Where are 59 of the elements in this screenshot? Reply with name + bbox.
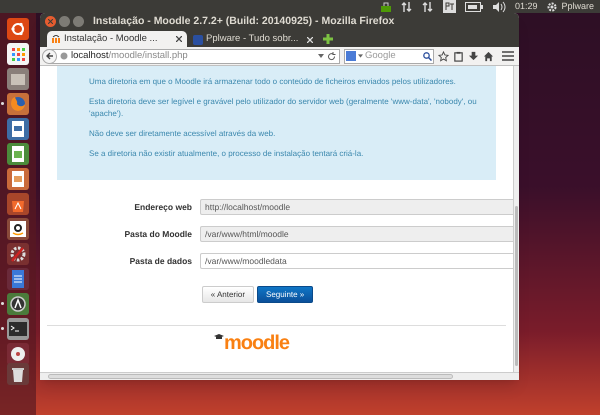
home-icon[interactable] bbox=[483, 50, 494, 62]
download-icon[interactable] bbox=[468, 50, 479, 62]
document-icon[interactable] bbox=[7, 268, 29, 290]
clock[interactable]: 01:29 bbox=[514, 2, 538, 11]
menu-icon[interactable] bbox=[502, 51, 514, 61]
new-tab-icon[interactable] bbox=[323, 34, 333, 44]
window-title: Instalação - Moodle 2.7.2+ (Build: 20140925) - Mozilla Firefox bbox=[93, 14, 394, 29]
ubuntu-logo-icon[interactable] bbox=[7, 18, 29, 40]
reload-icon[interactable] bbox=[327, 52, 336, 60]
shopping-bag-icon[interactable] bbox=[7, 192, 29, 214]
volume-icon[interactable] bbox=[492, 0, 506, 12]
dropdown-icon[interactable] bbox=[358, 54, 363, 58]
back-button[interactable] bbox=[42, 48, 57, 64]
info-paragraph: Esta diretoria deve ser legível e gravável pelo utilizador do servidor web (geralmente 'www-data', 'nobody', ou 'apache'). bbox=[89, 96, 478, 120]
input-field[interactable]: /var/www/moodledata bbox=[200, 253, 513, 269]
transfer-icon[interactable] bbox=[422, 0, 434, 12]
close-icon[interactable] bbox=[176, 36, 182, 42]
wrench-gear-icon[interactable] bbox=[7, 242, 29, 264]
field-label: Endereço web bbox=[133, 200, 192, 214]
tab-label: Instalação - Moodle ... bbox=[64, 32, 158, 46]
search-placeholder: Google bbox=[365, 48, 397, 63]
field-label: Pasta de dados bbox=[128, 254, 192, 268]
trash-icon[interactable] bbox=[7, 362, 29, 384]
search-icon[interactable] bbox=[423, 52, 432, 60]
moodle-favicon-icon bbox=[52, 35, 61, 43]
info-paragraph: Se a diretoria não existir atualmente, o processo de instalação tentará criá-la. bbox=[89, 148, 364, 160]
moodle-logo: moodle bbox=[224, 333, 290, 353]
clipboard-icon[interactable] bbox=[453, 50, 464, 62]
user-name[interactable]: Pplware bbox=[561, 2, 594, 11]
info-paragraph: Não deve ser diretamente acessível através da web. bbox=[89, 128, 276, 140]
url-text: localhost/moodle/install.php bbox=[71, 48, 189, 63]
app-grid-icon[interactable] bbox=[7, 42, 29, 64]
transfer-icon[interactable] bbox=[400, 0, 413, 12]
spreadsheet-icon[interactable] bbox=[7, 142, 29, 164]
back-icon bbox=[46, 52, 54, 60]
battery-icon[interactable] bbox=[464, 2, 483, 12]
star-icon[interactable] bbox=[438, 50, 449, 62]
horizontal-scrollbar[interactable] bbox=[40, 372, 519, 380]
info-paragraph: Uma diretoria em que o Moodle irá armazenar todo o conteúdo de ficheiros enviados pelos utilizadores. bbox=[89, 76, 457, 88]
graduation-cap-icon bbox=[214, 334, 224, 340]
next-button[interactable]: Seguinte » bbox=[256, 286, 314, 303]
terminal-icon[interactable] bbox=[7, 318, 29, 340]
presentation-icon[interactable] bbox=[7, 168, 29, 190]
close-button[interactable] bbox=[45, 16, 56, 27]
close-icon bbox=[48, 19, 53, 24]
settings-icon[interactable] bbox=[546, 0, 558, 12]
back-button[interactable]: « Anterior bbox=[202, 286, 254, 303]
minimize-button[interactable] bbox=[59, 16, 70, 27]
tab-label: Pplware - Tudo sobr... bbox=[206, 32, 300, 46]
field-label: Pasta do Moodle bbox=[123, 228, 192, 240]
address-bar[interactable]: localhost/moodle/install.php bbox=[42, 48, 340, 64]
vertical-scrollbar[interactable] bbox=[513, 66, 519, 372]
keyboard-layout-icon[interactable] bbox=[442, 0, 456, 13]
maximize-button[interactable] bbox=[73, 16, 84, 27]
network-icon[interactable] bbox=[380, 0, 392, 12]
folder-icon[interactable] bbox=[7, 68, 29, 90]
browser-tab[interactable]: Instalação - Moodle ... bbox=[47, 31, 187, 47]
dropdown-icon[interactable] bbox=[318, 54, 324, 58]
document-icon[interactable] bbox=[7, 118, 29, 140]
